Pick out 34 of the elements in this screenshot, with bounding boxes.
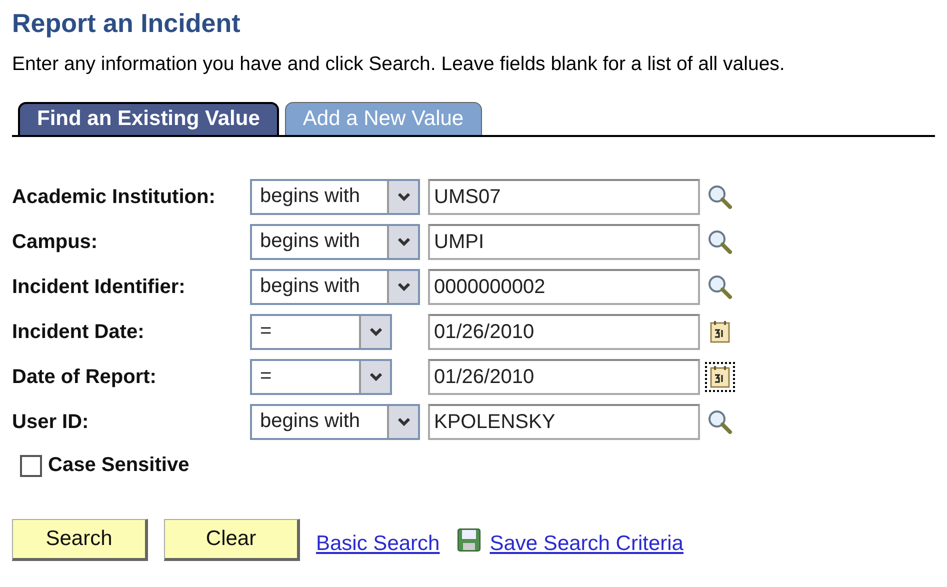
field-label: Incident Date: xyxy=(12,320,146,344)
tab[interactable]: Find an Existing Value xyxy=(18,102,279,135)
input-field[interactable]: KPOLENSKY xyxy=(428,404,700,440)
checkbox[interactable] xyxy=(20,454,42,476)
field-label: Campus: xyxy=(12,230,99,254)
calendar-icon[interactable] xyxy=(705,362,735,392)
action-button[interactable]: Search xyxy=(12,519,148,561)
chevron-down-icon xyxy=(387,271,418,303)
input-field[interactable]: 01/26/2010 xyxy=(428,314,700,350)
field-label: Academic Institution: xyxy=(12,186,216,208)
input-field[interactable]: 0000000002 xyxy=(428,269,700,305)
chevron-down-icon xyxy=(359,361,390,393)
page-title: Report an Incident xyxy=(12,8,242,39)
save-criteria-link[interactable]: Save Search Criteria xyxy=(490,532,684,556)
input-field[interactable]: UMPI xyxy=(428,224,700,260)
checkbox-label: Case Sensitive xyxy=(48,454,190,477)
chevron-down-icon xyxy=(387,406,418,438)
input-field[interactable]: UMS07 xyxy=(428,179,700,215)
field-label: User ID: xyxy=(12,410,90,434)
chevron-down-icon xyxy=(387,226,418,258)
operator-dropdown[interactable]: begins with xyxy=(250,404,420,440)
operator-dropdown[interactable]: = xyxy=(250,359,392,395)
chevron-down-icon xyxy=(387,181,418,213)
operator-dropdown[interactable]: begins with xyxy=(250,224,420,260)
field-label: Date of Report: xyxy=(12,366,158,388)
field-label: Incident Identifier: xyxy=(12,276,186,298)
input-field[interactable]: 01/26/2010 xyxy=(428,359,700,395)
operator-dropdown[interactable]: begins with xyxy=(250,269,420,305)
operator-dropdown[interactable]: = xyxy=(250,314,392,350)
chevron-down-icon xyxy=(359,316,390,348)
basic-search-link[interactable]: Basic Search xyxy=(316,532,440,556)
instructions-text: Enter any information you have and click Search. Leave fields blank for a list of all values. xyxy=(12,53,786,76)
action-button[interactable]: Clear xyxy=(164,519,300,561)
operator-dropdown[interactable]: begins with xyxy=(250,179,420,215)
